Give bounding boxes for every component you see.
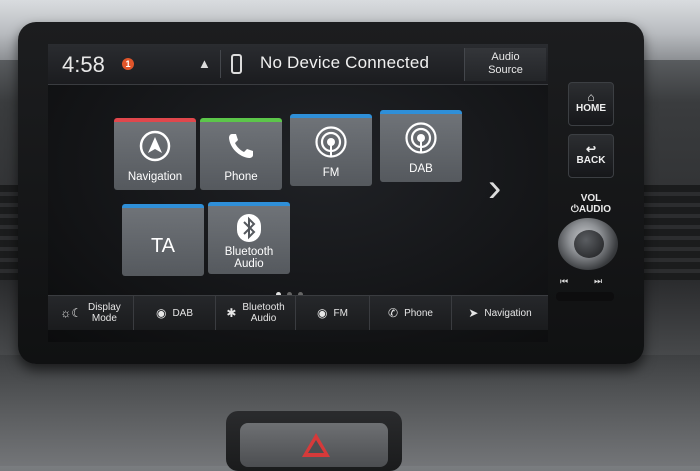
air-vent-right bbox=[640, 185, 700, 280]
shortcut-dab[interactable]: ◉ DAB bbox=[134, 296, 216, 330]
shortcut-navigation[interactable]: ➤ Navigation bbox=[452, 296, 548, 330]
shortcut-label: FM bbox=[333, 307, 348, 319]
back-arrow-icon: ↩ bbox=[585, 142, 597, 156]
ta-label: TA bbox=[150, 234, 176, 257]
app-tile-label: DAB bbox=[409, 163, 433, 175]
app-tile-label: Navigation bbox=[127, 171, 183, 183]
divider bbox=[220, 50, 221, 78]
home-label: HOME bbox=[576, 103, 606, 114]
app-tile-dab[interactable]: DAB bbox=[380, 110, 462, 182]
app-tile-ta[interactable]: TA bbox=[122, 204, 204, 276]
skip-back-icon[interactable]: ⏮ bbox=[560, 276, 568, 287]
radio-broadcast-icon bbox=[315, 126, 347, 158]
volume-knob[interactable] bbox=[558, 218, 618, 270]
device-status[interactable]: No Device Connected bbox=[260, 53, 429, 73]
home-icon: ⌂ bbox=[587, 90, 595, 104]
vol-text: VOL bbox=[580, 193, 602, 204]
shortcut-label: Navigation bbox=[484, 307, 532, 319]
app-tile-label-line1: Bluetooth bbox=[224, 246, 274, 258]
shortcut-display-mode[interactable]: ☼☾ Display Mode bbox=[48, 296, 134, 330]
shortcut-fm[interactable]: ◉ FM bbox=[296, 296, 370, 330]
radio-broadcast-icon: ◉ bbox=[155, 305, 167, 320]
radio-broadcast-icon: ◉ bbox=[317, 305, 328, 320]
shortcut-label-line1: Display bbox=[87, 302, 121, 313]
hazard-housing bbox=[226, 411, 402, 471]
shortcut-label-line2: Mode bbox=[91, 313, 117, 324]
back-label: BACK bbox=[576, 155, 606, 166]
shortcut-label-line2: Audio bbox=[250, 313, 277, 324]
notification-icon[interactable]: ▲ bbox=[198, 56, 211, 71]
phone-handset-icon: ✆ bbox=[388, 305, 399, 320]
alert-badge[interactable]: 1 bbox=[122, 58, 134, 70]
compass-icon: ➤ bbox=[468, 305, 479, 320]
next-page-chevron-icon[interactable]: › bbox=[488, 168, 501, 208]
app-tile-fm[interactable]: FM bbox=[290, 114, 372, 186]
power-icon: ⏻ bbox=[570, 204, 579, 215]
shortcut-phone[interactable]: ✆ Phone bbox=[370, 296, 452, 330]
app-tile-phone[interactable]: Phone bbox=[200, 118, 282, 190]
radio-broadcast-icon bbox=[405, 122, 437, 154]
shortcut-label: DAB bbox=[172, 307, 194, 319]
display-mode-icon: ☼☾ bbox=[60, 305, 82, 320]
audio-source-button[interactable]: Audio Source bbox=[464, 48, 546, 81]
knob-center bbox=[574, 230, 604, 258]
media-slot bbox=[556, 292, 614, 301]
app-tile-bluetooth-audio[interactable]: Bluetooth Audio bbox=[208, 202, 290, 274]
clock: 4:58 bbox=[62, 52, 105, 77]
audio-source-line2: Source bbox=[488, 64, 523, 76]
audio-source-line1: Audio bbox=[491, 51, 520, 63]
skip-forward-icon[interactable]: ⏭ bbox=[594, 276, 602, 287]
hazard-triangle-icon bbox=[302, 433, 330, 457]
home-button[interactable]: ⌂ HOME bbox=[568, 82, 614, 126]
shortcut-label: Phone bbox=[404, 307, 433, 319]
audio-text: AUDIO bbox=[578, 204, 612, 215]
app-tile-label: Phone bbox=[224, 171, 258, 183]
shortcut-bluetooth-audio[interactable]: ✱ Bluetooth Audio bbox=[216, 296, 296, 330]
bluetooth-icon bbox=[237, 214, 261, 242]
app-tile-navigation[interactable]: Navigation bbox=[114, 118, 196, 190]
touchscreen: 4:58 1 ▲ No Device Connected Audio Sourc… bbox=[48, 44, 548, 342]
shortcut-bar: ☼☾ Display Mode ◉ DAB ✱ Bluetooth Audio … bbox=[48, 295, 548, 330]
volume-label: VOL ⏻AUDIO bbox=[563, 193, 619, 215]
status-bar: 4:58 1 ▲ No Device Connected Audio Sourc… bbox=[48, 44, 548, 85]
bluetooth-icon: ✱ bbox=[226, 305, 237, 320]
shortcut-label-line1: Bluetooth bbox=[242, 302, 285, 313]
app-tile-label-line2: Audio bbox=[234, 258, 264, 270]
compass-icon bbox=[139, 130, 171, 162]
smartphone-icon bbox=[231, 54, 242, 74]
hazard-button[interactable] bbox=[240, 423, 388, 467]
app-tile-label: FM bbox=[322, 167, 340, 179]
phone-handset-icon bbox=[229, 134, 253, 158]
back-button[interactable]: ↩ BACK bbox=[568, 134, 614, 178]
